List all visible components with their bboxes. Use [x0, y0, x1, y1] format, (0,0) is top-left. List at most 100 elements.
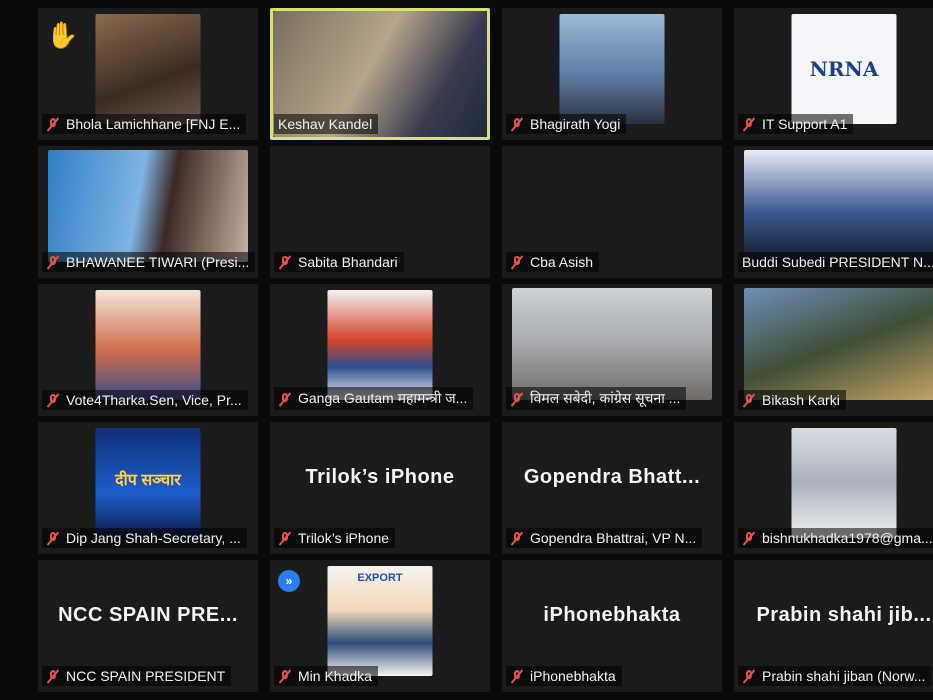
- participant-name: iPhonebhakta: [530, 668, 616, 684]
- participant-nameplate: विमल सबेदी, कांग्रेस सूचना ...: [506, 387, 687, 410]
- participant-photo: EXPORT: [327, 566, 433, 676]
- participant-tile[interactable]: Cba Asish: [502, 146, 722, 278]
- participant-photo: [744, 150, 933, 262]
- participant-name: विमल सबेदी, कांग्रेस सूचना ...: [530, 390, 681, 406]
- participant-photo: [48, 150, 248, 262]
- participant-name: NCC SPAIN PRESIDENT: [66, 668, 226, 684]
- microphone-muted-icon: [510, 117, 524, 131]
- participant-tile[interactable]: Bhagirath Yogi: [502, 8, 722, 140]
- participant-photo: [327, 290, 433, 400]
- participant-display-name: Gopendra Bhatt...: [523, 466, 701, 488]
- participant-tile[interactable]: Prabin shahi jib... Prabin shahi jiban (…: [734, 560, 933, 692]
- participant-tile[interactable]: Buddi Subedi PRESIDENT N...: [734, 146, 933, 278]
- participant-name: Sabita Bhandari: [298, 254, 398, 270]
- participant-tile-active-speaker[interactable]: Keshav Kandel: [270, 8, 490, 140]
- participant-photo: [95, 290, 201, 400]
- participant-tile[interactable]: Bikash Karki: [734, 284, 933, 416]
- participant-tile[interactable]: विमल सबेदी, कांग्रेस सूचना ...: [502, 284, 722, 416]
- participant-nameplate: Cba Asish: [506, 252, 600, 272]
- participant-photo: [512, 288, 712, 400]
- microphone-muted-icon: [278, 531, 292, 545]
- participant-nameplate: BHAWANEE TIWARI (Presi...: [42, 252, 256, 272]
- participant-nameplate: Bikash Karki: [738, 390, 846, 410]
- participant-tile[interactable]: Ganga Gautam महामन्त्री ज...: [270, 284, 490, 416]
- microphone-muted-icon: [510, 392, 524, 406]
- microphone-muted-icon: [742, 531, 756, 545]
- raised-hand-icon: ✋: [46, 20, 79, 50]
- participant-name: Vote4Tharka.Sen, Vice, Pr...: [66, 392, 242, 408]
- participant-photo: [95, 14, 201, 124]
- participant-name: Trilok’s iPhone: [298, 530, 390, 546]
- participant-display-name: Trilok’s iPhone: [305, 466, 455, 488]
- participant-tile[interactable]: ✋ Bhola Lamichhane [FNJ E...: [38, 8, 258, 140]
- microphone-muted-icon: [510, 255, 524, 269]
- participant-nameplate: NCC SPAIN PRESIDENT: [42, 666, 232, 686]
- microphone-muted-icon: [46, 117, 60, 131]
- participant-tile[interactable]: » EXPORT Min Khadka: [270, 560, 490, 692]
- participant-tile[interactable]: bishnukhadka1978@gma...: [734, 422, 933, 554]
- participant-nameplate: Vote4Tharka.Sen, Vice, Pr...: [42, 390, 248, 410]
- participant-name: BHAWANEE TIWARI (Presi...: [66, 254, 250, 270]
- participant-nameplate: Keshav Kandel: [274, 114, 379, 134]
- participant-name: Prabin shahi jiban (Norw...: [762, 668, 926, 684]
- participant-nameplate: Ganga Gautam महामन्त्री ज...: [274, 387, 474, 410]
- participant-nameplate: Prabin shahi jiban (Norw...: [738, 666, 932, 686]
- participant-name: Min Khadka: [298, 668, 372, 684]
- participant-tile[interactable]: Trilok’s iPhone Trilok’s iPhone: [270, 422, 490, 554]
- microphone-muted-icon: [278, 255, 292, 269]
- participant-tile[interactable]: BHAWANEE TIWARI (Presi...: [38, 146, 258, 278]
- participant-name: Ganga Gautam महामन्त्री ज...: [298, 390, 468, 406]
- participant-display-name: iPhonebhakta: [543, 604, 681, 626]
- participant-tile[interactable]: Vote4Tharka.Sen, Vice, Pr...: [38, 284, 258, 416]
- participant-name: Gopendra Bhattrai, VP N...: [530, 530, 697, 546]
- participant-photo: [791, 428, 897, 538]
- participant-name: Bhola Lamichhane [FNJ E...: [66, 116, 241, 132]
- microphone-muted-icon: [46, 255, 60, 269]
- logo-text: NRNA: [809, 57, 879, 81]
- participant-nameplate: iPhonebhakta: [506, 666, 622, 686]
- microphone-muted-icon: [742, 117, 756, 131]
- participant-name: Cba Asish: [530, 254, 594, 270]
- microphone-muted-icon: [46, 669, 60, 683]
- participant-photo: [744, 288, 933, 400]
- microphone-muted-icon: [742, 393, 756, 407]
- microphone-muted-icon: [510, 669, 524, 683]
- participant-name: IT Support A1: [762, 116, 848, 132]
- participant-nameplate: IT Support A1: [738, 114, 854, 134]
- participant-name: Keshav Kandel: [278, 116, 373, 132]
- participant-display-name: NCC SPAIN PRE...: [58, 604, 238, 626]
- participant-nameplate: bishnukhadka1978@gma...: [738, 528, 933, 548]
- participant-name: Bhagirath Yogi: [530, 116, 621, 132]
- microphone-muted-icon: [46, 393, 60, 407]
- participant-name: Bikash Karki: [762, 392, 840, 408]
- participant-nameplate: Buddi Subedi PRESIDENT N...: [738, 252, 933, 272]
- participant-photo: दीप सञ्चार: [95, 428, 201, 538]
- participant-photo: [559, 14, 665, 124]
- participant-name: bishnukhadka1978@gma...: [762, 530, 933, 546]
- participant-tile[interactable]: NCC SPAIN PRE... NCC SPAIN PRESIDENT: [38, 560, 258, 692]
- logo-text: EXPORT: [357, 572, 403, 584]
- participant-display-name: Prabin shahi jib...: [756, 604, 932, 626]
- participant-name: Dip Jang Shah-Secretary, ...: [66, 530, 241, 546]
- participant-nameplate: Dip Jang Shah-Secretary, ...: [42, 528, 247, 548]
- participant-tile[interactable]: NRNA IT Support A1: [734, 8, 933, 140]
- fast-forward-badge-icon[interactable]: »: [278, 570, 300, 592]
- participant-nameplate: Sabita Bhandari: [274, 252, 404, 272]
- logo-text: दीप सञ्चार: [115, 472, 181, 489]
- microphone-muted-icon: [278, 669, 292, 683]
- participant-tile[interactable]: iPhonebhakta iPhonebhakta: [502, 560, 722, 692]
- participant-name: Buddi Subedi PRESIDENT N...: [742, 254, 933, 270]
- participant-tile[interactable]: Gopendra Bhatt... Gopendra Bhattrai, VP …: [502, 422, 722, 554]
- participant-nameplate: Bhola Lamichhane [FNJ E...: [42, 114, 247, 134]
- participant-tile[interactable]: Sabita Bhandari: [270, 146, 490, 278]
- participant-nameplate: Min Khadka: [274, 666, 378, 686]
- participant-nameplate: Bhagirath Yogi: [506, 114, 627, 134]
- microphone-muted-icon: [510, 531, 524, 545]
- participant-nameplate: Gopendra Bhattrai, VP N...: [506, 528, 703, 548]
- microphone-muted-icon: [278, 392, 292, 406]
- microphone-muted-icon: [742, 669, 756, 683]
- participant-tile[interactable]: दीप सञ्चार Dip Jang Shah-Secretary, ...: [38, 422, 258, 554]
- participant-nameplate: Trilok’s iPhone: [274, 528, 396, 548]
- nrna-logo: NRNA: [791, 14, 897, 124]
- microphone-muted-icon: [46, 531, 60, 545]
